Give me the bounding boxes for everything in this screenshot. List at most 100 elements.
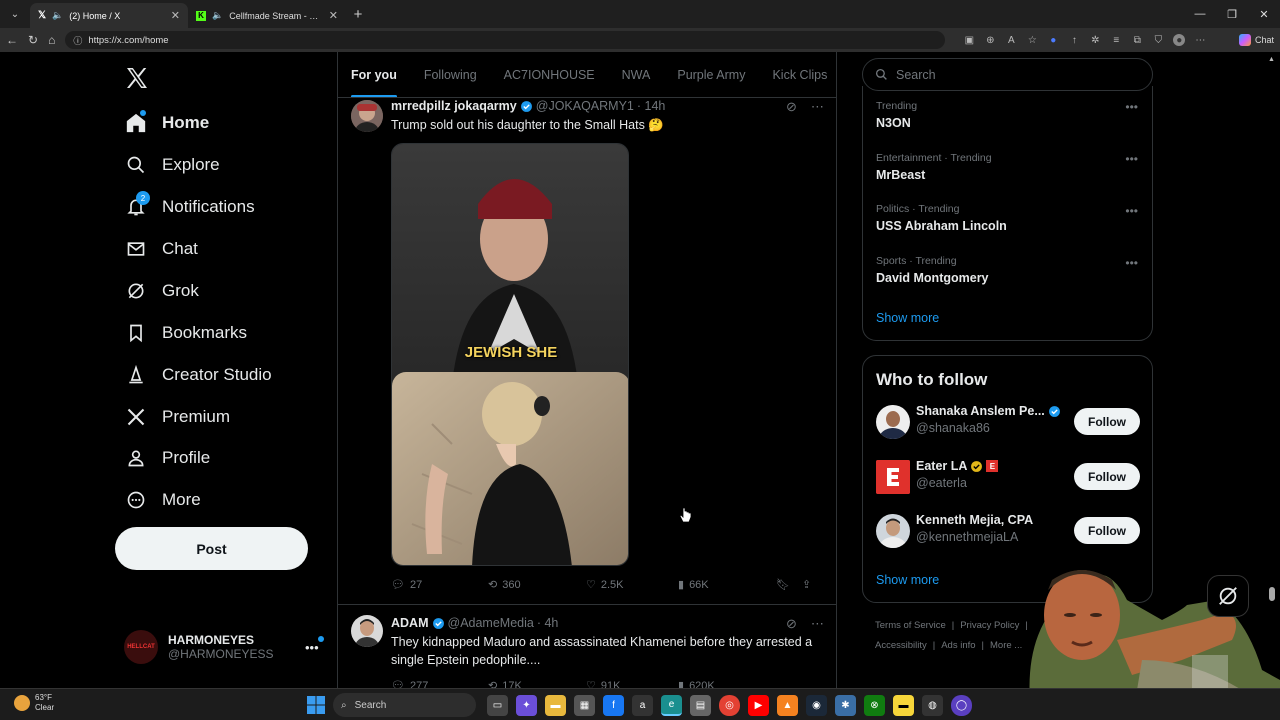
tab-kick-clips[interactable]: Kick Clips xyxy=(772,68,827,82)
restore-icon[interactable]: ❐ xyxy=(1216,0,1248,28)
follow-button[interactable]: Follow xyxy=(1074,517,1140,544)
trend-item[interactable]: Entertainment · Trending MrBeast xyxy=(876,152,992,182)
browser-essentials-icon[interactable]: ⛉ xyxy=(1152,34,1164,46)
obs-icon[interactable]: ◍ xyxy=(922,695,943,716)
account-more-icon[interactable]: ••• xyxy=(305,640,319,655)
grok-icon[interactable]: ⊘ xyxy=(786,616,797,632)
nav-profile[interactable]: Profile xyxy=(124,443,210,473)
favorite-star-icon[interactable]: ☆ xyxy=(1026,34,1038,46)
repost-button[interactable]: ⟲ 17K xyxy=(480,679,586,689)
tweet-author-handle[interactable]: @JOKAQARMY1 xyxy=(536,99,634,113)
nav-premium[interactable]: Premium xyxy=(124,402,230,432)
tweet-time[interactable]: · 4h xyxy=(537,616,559,630)
edge-icon[interactable]: e xyxy=(661,695,682,716)
favorites-icon[interactable]: ≡ xyxy=(1110,34,1122,46)
browser-tab-x-home[interactable]: 𝕏 🔈 (2) Home / X ✕ xyxy=(30,3,188,28)
views-button[interactable]: ▮ 66K xyxy=(678,578,776,592)
follow-button[interactable]: Follow xyxy=(1074,408,1140,435)
follow-show-more-link[interactable]: Show more xyxy=(876,573,939,587)
url-field[interactable]: ⓘ https://x.com/home xyxy=(65,31,946,49)
xbox-icon[interactable]: ⊗ xyxy=(864,695,885,716)
trend-more-icon[interactable]: ••• xyxy=(1125,204,1138,218)
follow-suggestion[interactable]: Eater LA E @eaterla Follow xyxy=(876,457,1140,497)
grok-icon[interactable]: ⊘ xyxy=(786,99,797,115)
nav-chat[interactable]: Chat xyxy=(124,234,198,264)
grok-float-button[interactable] xyxy=(1207,575,1249,617)
views-button[interactable]: ▮ 620K xyxy=(678,679,776,689)
read-aloud-icon[interactable]: A xyxy=(1005,34,1017,46)
tweet-media-video[interactable]: JEWISH SHE xyxy=(391,143,629,566)
x-logo-icon[interactable] xyxy=(125,66,149,90)
account-switcher[interactable]: HELLCAT HARMONEYES @HARMONEYESS xyxy=(124,630,274,664)
eater-logo-icon[interactable] xyxy=(876,460,910,494)
footer-link[interactable]: Accessibility xyxy=(875,640,927,651)
trend-item[interactable]: Sports · Trending David Montgomery xyxy=(876,255,989,285)
trend-more-icon[interactable]: ••• xyxy=(1125,152,1138,166)
new-tab-button[interactable]: + xyxy=(346,2,370,26)
footer-link[interactable]: Privacy Policy xyxy=(960,620,1019,631)
avatar[interactable] xyxy=(351,615,383,647)
follow-suggestion[interactable]: Shanaka Anslem Pe... @shanaka86 Follow xyxy=(876,402,1140,442)
refresh-icon[interactable]: ↻ xyxy=(28,33,38,47)
tweet[interactable]: ADAM @AdameMedia · 4h ⊘ ⋯ They kidnapped… xyxy=(338,605,836,688)
trends-show-more-link[interactable]: Show more xyxy=(876,311,939,325)
tweet-author-name[interactable]: mrredpillz jokaqarmy xyxy=(391,99,517,113)
weather-widget[interactable]: 63°F Clear xyxy=(14,693,54,713)
share-button[interactable]: ⇪ xyxy=(802,578,811,591)
trend-more-icon[interactable]: ••• xyxy=(1125,256,1138,270)
collections-icon[interactable]: ⧉ xyxy=(1131,34,1143,46)
avatar[interactable] xyxy=(351,100,383,132)
chrome-icon[interactable]: ◎ xyxy=(719,695,740,716)
copilot-app-icon[interactable]: ✦ xyxy=(516,695,537,716)
taskbar-search[interactable]: ⌕ Search xyxy=(333,693,476,717)
settings-more-icon[interactable]: ⋯ xyxy=(1194,34,1206,46)
profile-icon[interactable]: ● xyxy=(1173,34,1186,46)
minimize-icon[interactable]: — xyxy=(1184,0,1216,28)
scroll-up-arrow-icon[interactable]: ▲ xyxy=(1268,56,1275,63)
trend-more-icon[interactable]: ••• xyxy=(1125,100,1138,114)
repost-button[interactable]: ⟲ 360 xyxy=(480,578,586,592)
speaker-icon[interactable]: 🔈 xyxy=(52,10,63,21)
nav-explore[interactable]: Explore xyxy=(124,150,220,180)
tweet-more-icon[interactable]: ⋯ xyxy=(811,99,824,115)
trend-item[interactable]: Trending N3ON xyxy=(876,100,917,130)
close-tab-icon[interactable]: ✕ xyxy=(171,9,180,22)
nav-notifications[interactable]: 2 Notifications xyxy=(124,191,255,222)
nav-creator-studio[interactable]: Creator Studio xyxy=(124,360,272,390)
calculator-icon[interactable]: ▤ xyxy=(690,695,711,716)
back-icon[interactable]: ← xyxy=(6,33,18,47)
youtube-icon[interactable]: ▶ xyxy=(748,695,769,716)
post-button[interactable]: Post xyxy=(115,527,308,570)
zoom-icon[interactable]: ⊕ xyxy=(984,34,996,46)
tweet-author-handle[interactable]: @AdameMedia xyxy=(448,616,534,630)
follow-suggestion[interactable]: Kenneth Mejia, CPA @kennethmejiaLA Follo… xyxy=(876,511,1140,551)
tweet-more-icon[interactable]: ⋯ xyxy=(811,616,824,632)
store-icon[interactable]: ▦ xyxy=(574,695,595,716)
nav-grok[interactable]: Grok xyxy=(124,276,199,306)
steam-icon[interactable]: ◉ xyxy=(806,695,827,716)
speaker-icon[interactable]: 🔈 xyxy=(212,10,223,21)
windows-start-icon[interactable] xyxy=(307,696,325,714)
tab-nwa[interactable]: NWA xyxy=(622,68,651,82)
tweet-author-name[interactable]: ADAM xyxy=(391,616,429,630)
tab-for-you[interactable]: For you xyxy=(351,68,397,97)
like-button[interactable]: ♡ 91K xyxy=(586,679,678,689)
tab-following[interactable]: Following xyxy=(424,68,477,82)
app-available-icon[interactable]: ▣ xyxy=(963,34,975,46)
task-view-icon[interactable]: ▭ xyxy=(487,695,508,716)
extension-blue-icon[interactable]: ● xyxy=(1047,34,1059,46)
footer-link[interactable]: Ads info xyxy=(941,640,975,651)
nav-bookmarks[interactable]: Bookmarks xyxy=(124,318,247,348)
vlc-icon[interactable]: ▲ xyxy=(777,695,798,716)
bookmark-button[interactable]: 🔖︎ xyxy=(776,578,802,591)
like-button[interactable]: ♡ 2.5K xyxy=(586,578,678,592)
footer-link[interactable]: Terms of Service xyxy=(875,620,946,631)
tweet[interactable]: mrredpillz jokaqarmy @JOKAQARMY1 · 14h ⊘… xyxy=(338,98,836,605)
reply-button[interactable]: 💬︎ 27 xyxy=(391,578,480,592)
nav-more[interactable]: More xyxy=(124,485,201,515)
file-explorer-icon[interactable]: ▬ xyxy=(545,695,566,716)
tab-purple-army[interactable]: Purple Army xyxy=(677,68,745,82)
avatar[interactable] xyxy=(876,405,910,439)
avatar[interactable] xyxy=(876,514,910,548)
nav-home[interactable]: Home xyxy=(124,108,209,138)
